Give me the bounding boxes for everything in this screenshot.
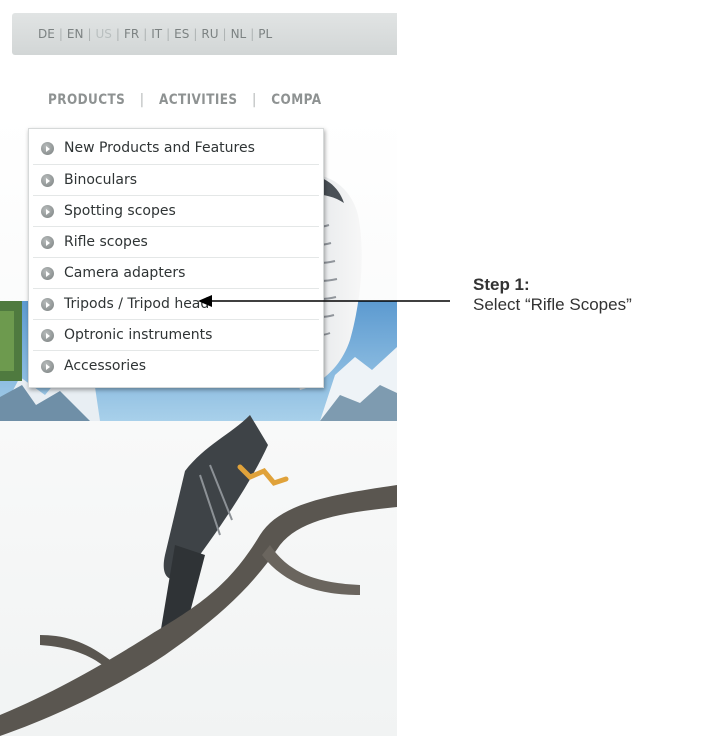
lang-us[interactable]: US (95, 27, 111, 41)
menu-item-accessories[interactable]: Accessories (33, 351, 319, 381)
lang-it[interactable]: IT (151, 27, 162, 41)
lang-separator: | (250, 27, 255, 41)
step-instruction: Select “Rifle Scopes” (473, 295, 632, 314)
arrow-bullet-icon (41, 174, 54, 187)
lang-separator: | (87, 27, 92, 41)
main-navigation: PRODUCTS | ACTIVITIES | COMPA (48, 88, 348, 112)
lang-de[interactable]: DE (38, 27, 55, 41)
arrow-bullet-icon (41, 142, 54, 155)
arrow-bullet-icon (41, 298, 54, 311)
lang-es[interactable]: ES (174, 27, 189, 41)
arrow-bullet-icon (41, 267, 54, 280)
arrow-bullet-icon (41, 236, 54, 249)
menu-item-rifle-scopes[interactable]: Rifle scopes (33, 227, 319, 258)
lang-nl[interactable]: NL (231, 27, 247, 41)
menu-item-label: Tripods / Tripod head (64, 296, 210, 312)
menu-item-label: Spotting scopes (64, 203, 176, 219)
lang-pl[interactable]: PL (258, 27, 272, 41)
website-screenshot: DE | EN | US | FR | IT | ES | RU | NL | … (0, 0, 397, 736)
lang-separator: | (58, 27, 63, 41)
menu-item-spotting-scopes[interactable]: Spotting scopes (33, 196, 319, 227)
nav-company[interactable]: COMPA (271, 92, 321, 108)
step-annotation: Step 1: Select “Rifle Scopes” (473, 275, 723, 315)
step-title: Step 1: (473, 275, 530, 294)
products-dropdown-menu: New Products and Features Binoculars Spo… (28, 128, 324, 388)
menu-item-binoculars[interactable]: Binoculars (33, 165, 319, 196)
menu-item-label: New Products and Features (64, 140, 255, 156)
menu-item-label: Camera adapters (64, 265, 186, 281)
arrow-bullet-icon (41, 329, 54, 342)
lang-separator: | (166, 27, 171, 41)
lang-separator: | (222, 27, 227, 41)
lang-en[interactable]: EN (67, 27, 84, 41)
menu-item-new-products[interactable]: New Products and Features (33, 133, 319, 165)
lang-ru[interactable]: RU (201, 27, 218, 41)
arrow-bullet-icon (41, 205, 54, 218)
lang-fr[interactable]: FR (124, 27, 139, 41)
menu-item-label: Optronic instruments (64, 327, 213, 343)
lang-separator: | (143, 27, 148, 41)
nav-products[interactable]: PRODUCTS (48, 92, 125, 108)
menu-item-label: Binoculars (64, 172, 138, 188)
lang-separator: | (115, 27, 120, 41)
menu-item-optronic-instruments[interactable]: Optronic instruments (33, 320, 319, 351)
nav-separator: | (139, 92, 145, 108)
menu-item-label: Accessories (64, 358, 147, 374)
arrow-bullet-icon (41, 360, 54, 373)
nav-separator: | (252, 92, 257, 108)
menu-item-label: Rifle scopes (64, 234, 148, 250)
annotation-arrow-icon (198, 295, 450, 307)
language-bar: DE | EN | US | FR | IT | ES | RU | NL | … (12, 13, 397, 55)
menu-item-camera-adapters[interactable]: Camera adapters (33, 258, 319, 289)
lang-separator: | (193, 27, 198, 41)
nav-activities[interactable]: ACTIVITIES (159, 92, 238, 108)
